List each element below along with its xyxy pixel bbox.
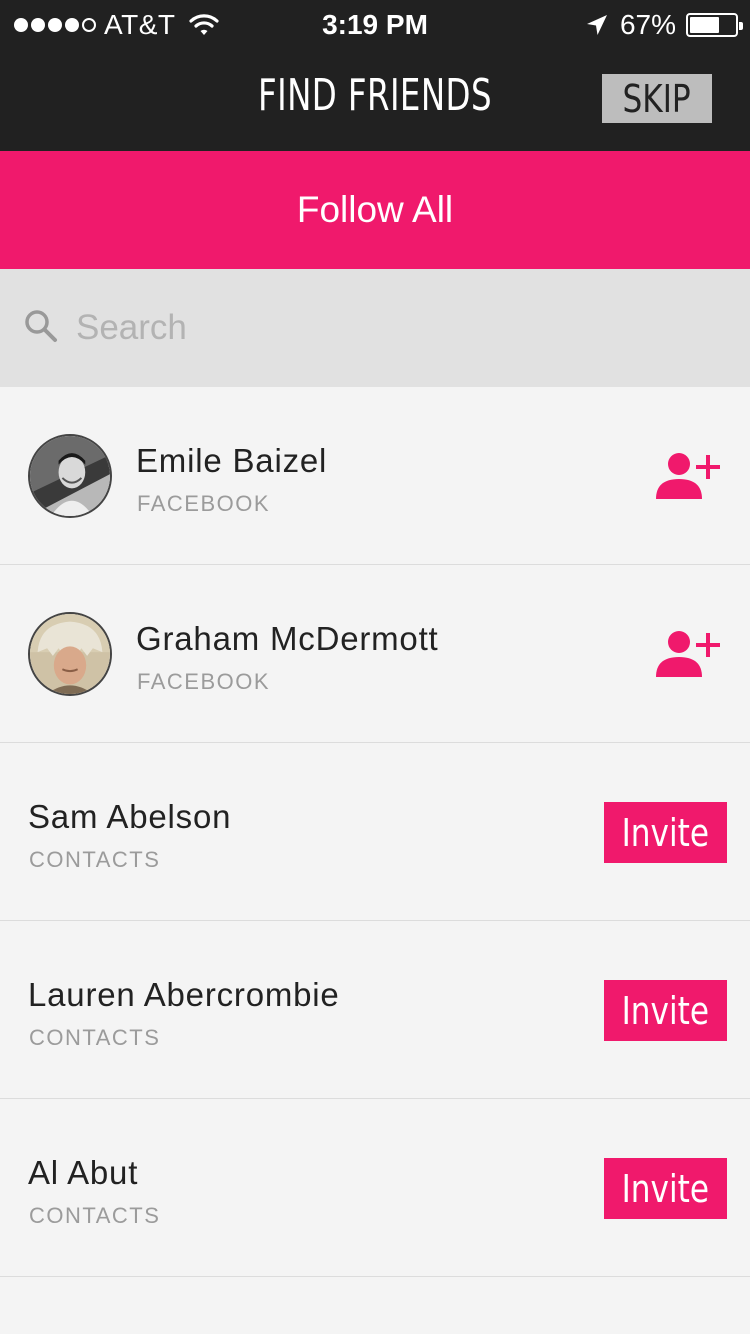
friend-source: CONTACTS [29, 1203, 161, 1228]
friend-source: FACEBOOK [137, 669, 271, 694]
friend-source: FACEBOOK [137, 491, 271, 516]
battery-tip [739, 22, 743, 30]
page-title: FIND FRIENDS [258, 70, 492, 121]
search-bar [0, 269, 750, 387]
add-friend-icon[interactable] [652, 627, 724, 681]
list-item: Graham McDermott FACEBOOK [0, 565, 750, 743]
friend-name: Lauren Abercrombie [28, 976, 340, 1013]
friend-name: Emile Baizel [136, 442, 328, 479]
list-item: Al Abut CONTACTS Invite [0, 1099, 750, 1277]
avatar [28, 612, 112, 696]
avatar-photo [30, 614, 110, 694]
search-input[interactable] [76, 303, 676, 353]
friend-name: Graham McDermott [136, 620, 439, 657]
search-icon [25, 310, 57, 342]
skip-button[interactable]: SKIP [602, 74, 712, 123]
header: AT&T 3:19 PM 67% FIND FRIENDS SKIP [0, 0, 750, 151]
invite-button-label: Invite [621, 1166, 710, 1211]
location-arrow-icon [586, 15, 607, 35]
friend-list: Emile Baizel FACEBOOK Graham McDermott F… [0, 387, 750, 1277]
skip-button-label: SKIP [622, 76, 692, 121]
avatar [28, 434, 112, 518]
friend-source: CONTACTS [29, 847, 161, 872]
battery-percent: 67% [619, 9, 676, 40]
find-friends-screen: AT&T 3:19 PM 67% FIND FRIENDS SKIP Follo… [0, 0, 750, 1334]
battery-icon [686, 13, 743, 37]
status-bar: AT&T 3:19 PM 67% [0, 0, 750, 50]
list-item: Emile Baizel FACEBOOK [0, 387, 750, 565]
avatar-photo [30, 436, 110, 516]
invite-button-label: Invite [621, 988, 710, 1033]
invite-button[interactable]: Invite [604, 980, 727, 1041]
friend-name: Sam Abelson [28, 798, 232, 835]
invite-button[interactable]: Invite [604, 1158, 727, 1219]
friend-name: Al Abut [28, 1154, 139, 1191]
list-item: Lauren Abercrombie CONTACTS Invite [0, 921, 750, 1099]
friend-source: CONTACTS [29, 1025, 161, 1050]
status-right: 67% [586, 8, 743, 42]
invite-button-label: Invite [621, 810, 710, 855]
list-item: Sam Abelson CONTACTS Invite [0, 743, 750, 921]
invite-button[interactable]: Invite [604, 802, 727, 863]
follow-all-button[interactable]: Follow All [0, 151, 750, 269]
add-friend-icon[interactable] [652, 449, 724, 503]
battery-level-fill [690, 17, 720, 33]
